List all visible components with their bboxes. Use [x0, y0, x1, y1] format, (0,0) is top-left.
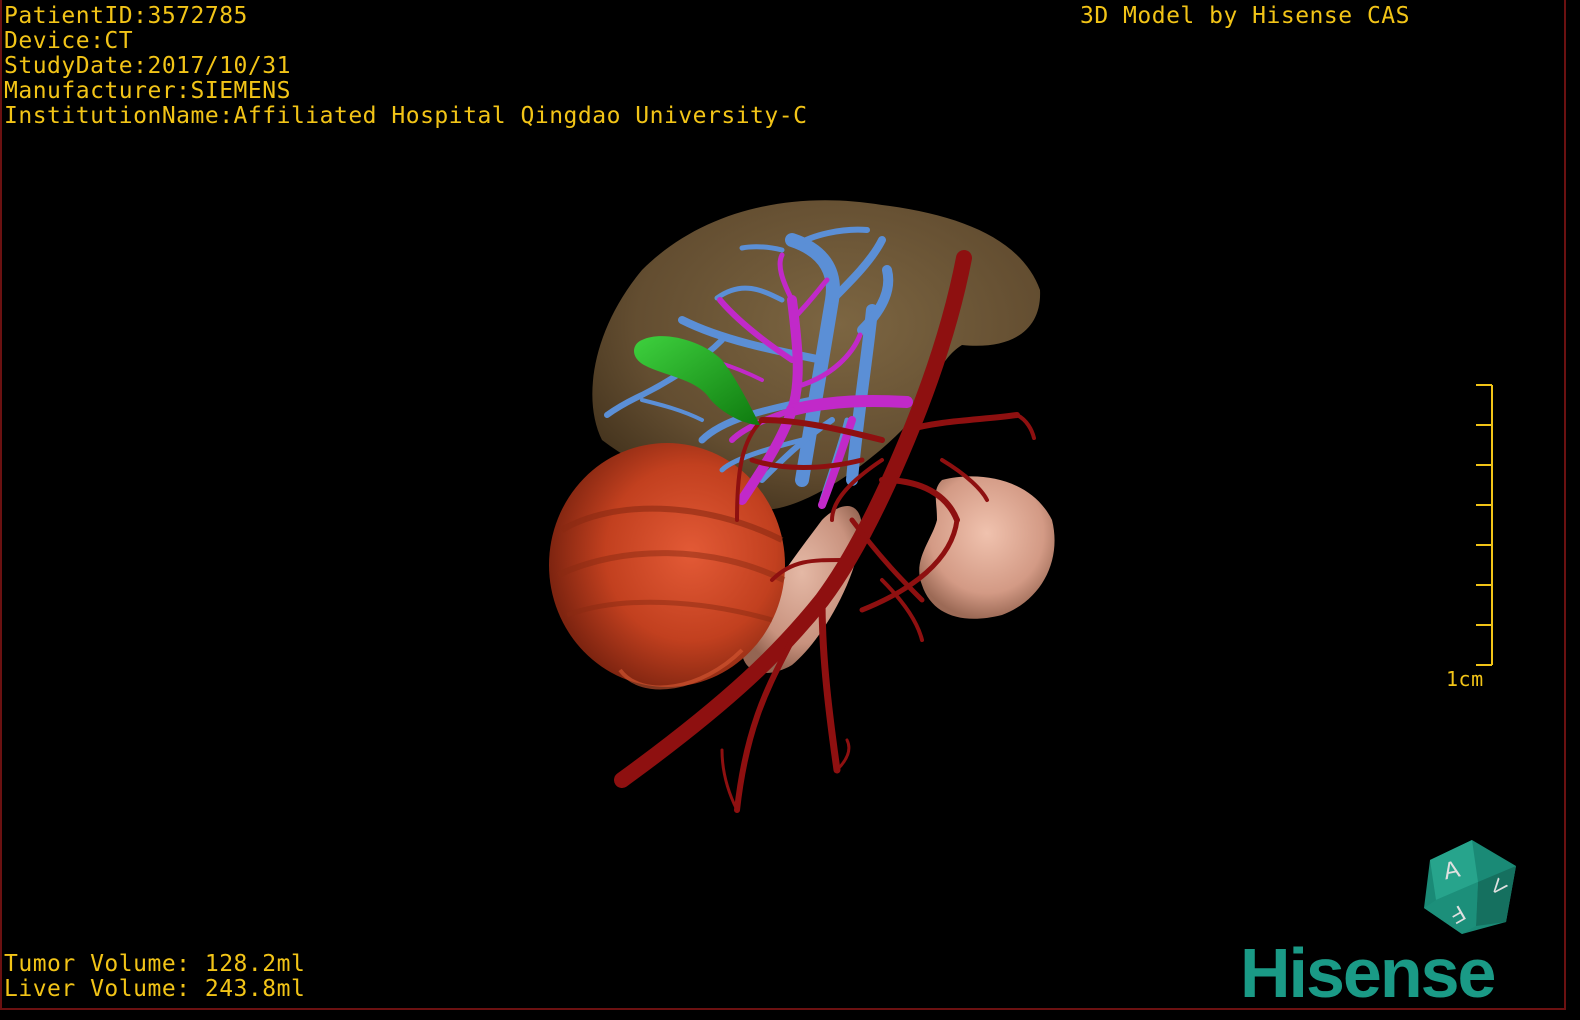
scale-bar-label: 1cm	[1446, 667, 1484, 691]
model-title: 3D Model by Hisense CAS	[1080, 3, 1410, 29]
hisense-logo: Hisense	[1240, 935, 1497, 1005]
volume-panel: Tumor Volume: 128.2ml Liver Volume: 243.8…	[4, 952, 305, 1002]
tumor-volume: Tumor Volume: 128.2ml	[4, 951, 306, 977]
liver-volume: Liver Volume: 243.8ml	[4, 976, 306, 1002]
dicom-info-panel: PatientID:3572785 Device:CT StudyDate:2017…	[4, 4, 807, 129]
institution-name: InstitutionName:Affiliated Hospital Qing…	[4, 103, 808, 129]
orientation-cube-icon[interactable]: A V F	[1416, 830, 1526, 940]
hisense-logo-text: Hisense	[1240, 935, 1495, 1005]
manufacturer: Manufacturer:SIEMENS	[4, 78, 291, 104]
patient-id: PatientID:3572785	[4, 3, 248, 29]
3d-viewport[interactable]: PatientID:3572785 Device:CT StudyDate:2017…	[0, 0, 1566, 1010]
device: Device:CT	[4, 28, 134, 54]
study-date: StudyDate:2017/10/31	[4, 53, 291, 79]
3d-liver-model[interactable]	[2, 0, 1566, 1010]
scale-bar	[1476, 384, 1493, 666]
